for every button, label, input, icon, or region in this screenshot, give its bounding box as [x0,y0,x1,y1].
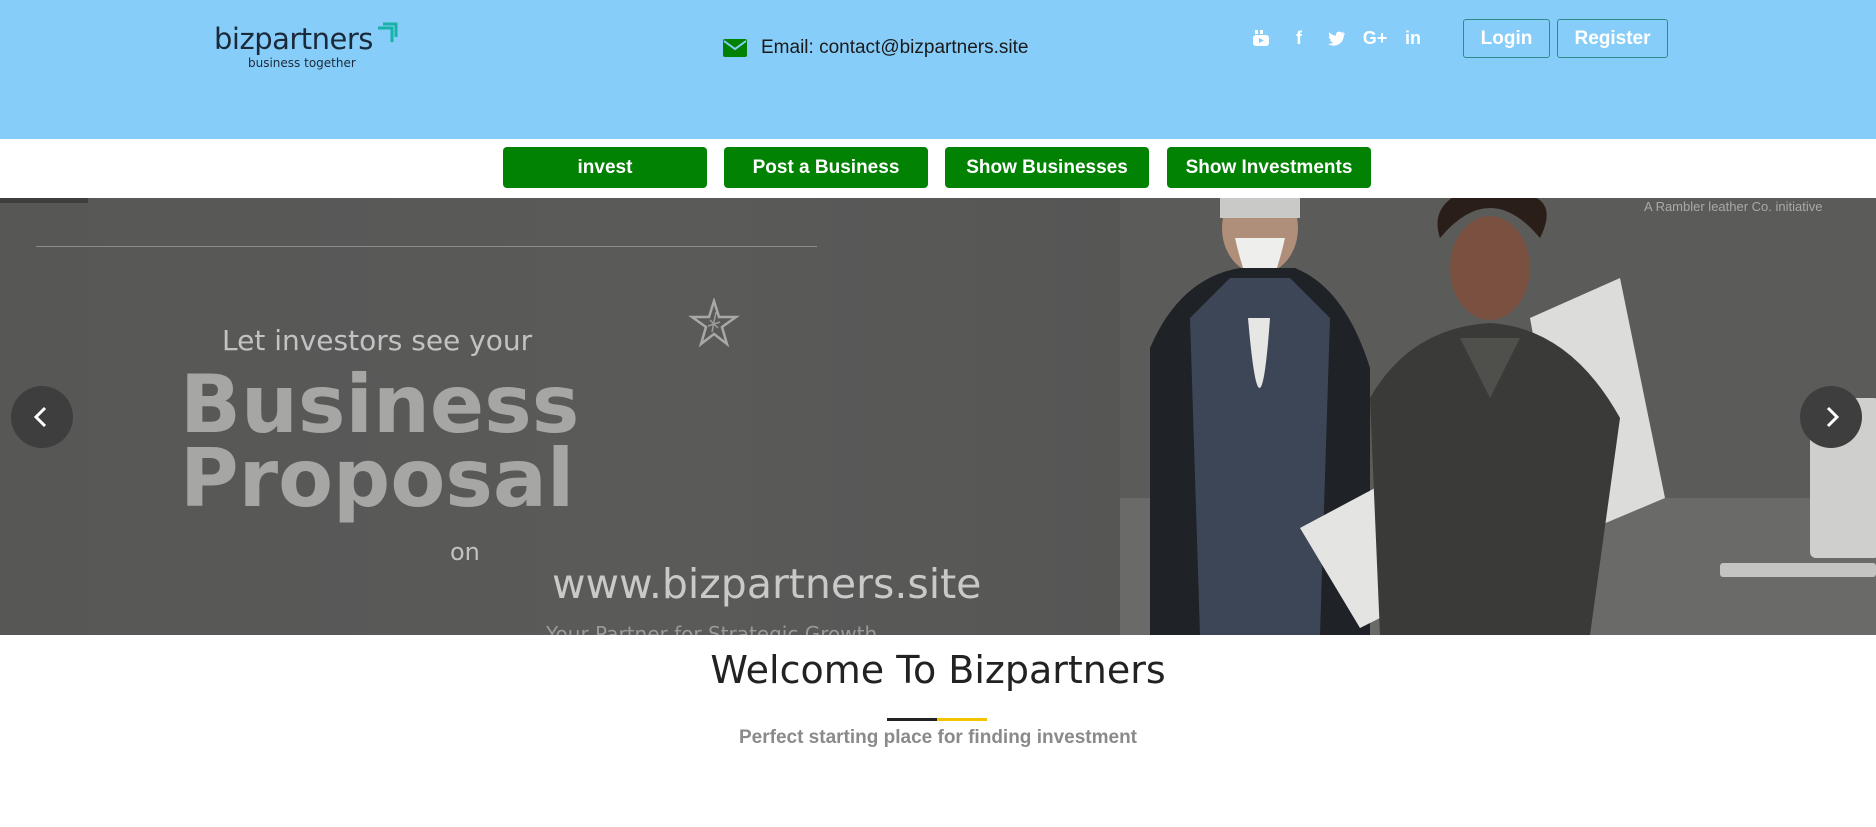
twitter-icon[interactable] [1318,24,1356,52]
hero-url-text: www.bizpartners.site [552,560,982,608]
logo-wordmark: bizpartners [214,22,373,56]
hero-headline: Business Proposal [180,358,580,525]
hero-headline-line-1: Business [180,358,580,451]
carousel-indicator[interactable] [0,198,88,203]
facebook-label: f [1296,27,1302,48]
divider-dark-segment [887,718,937,721]
hero-tagline: Your Partner for Strategic Growth [546,622,878,635]
hero-initiative-text: A Rambler leather Co. initiative [1644,199,1823,214]
linkedin-label: in [1405,27,1421,48]
show-businesses-button[interactable]: Show Businesses [945,147,1149,188]
post-business-button[interactable]: Post a Business [724,147,928,188]
logo-mark-icon [378,22,398,42]
show-investments-button[interactable]: Show Investments [1167,147,1371,188]
register-button[interactable]: Register [1557,19,1668,58]
welcome-title: Welcome To Bizpartners [710,648,1166,692]
main-nav: invest Post a Business Show Businesses S… [0,139,1876,198]
logo-tagline: business together [248,56,356,70]
google-plus-icon[interactable]: G+ [1356,24,1394,52]
hero-carousel: Let investors see your Business Proposal… [0,198,1876,635]
login-button[interactable]: Login [1463,19,1550,58]
email-contact[interactable]: Email: contact@bizpartners.site [723,34,1028,62]
hero-photo [1120,198,1876,635]
star-icon [688,298,740,348]
carousel-next-button[interactable] [1800,386,1862,448]
hero-divider-line [36,246,817,247]
social-links: f G+ in [1242,24,1432,52]
top-header: bizpartners business together Email: con… [0,0,1876,139]
title-divider [887,718,987,721]
site-logo[interactable]: bizpartners business together [214,20,398,72]
invest-button[interactable]: invest [503,147,707,188]
email-text: Email: contact@bizpartners.site [761,37,1029,58]
linkedin-icon[interactable]: in [1394,24,1432,52]
hero-line-1: Let investors see your [222,324,533,357]
hero-on-text: on [450,538,480,566]
welcome-subtitle: Perfect starting place for finding inves… [738,727,1138,748]
divider-yellow-segment [937,718,987,721]
envelope-icon [723,39,747,57]
google-plus-label: G+ [1362,27,1388,48]
hero-headline-line-2: Proposal [180,432,575,525]
carousel-prev-button[interactable] [11,386,73,448]
youtube-icon[interactable] [1242,24,1280,52]
chevron-left-icon [33,406,47,428]
chevron-right-icon [1826,406,1840,428]
facebook-icon[interactable]: f [1280,24,1318,52]
